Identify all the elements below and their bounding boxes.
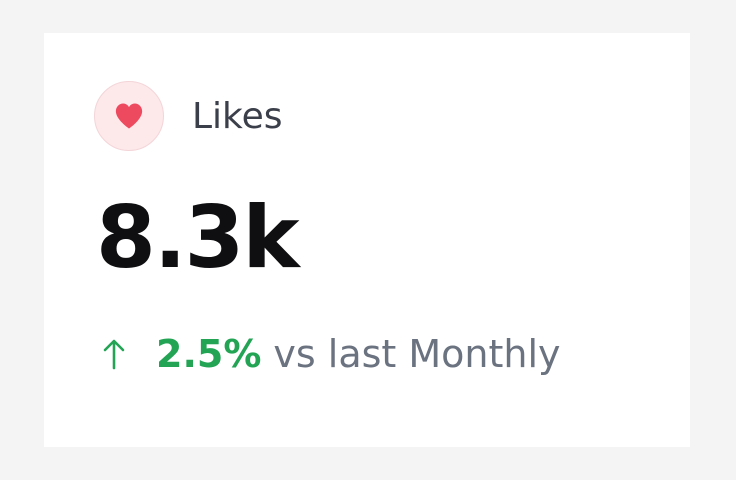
heart-icon (115, 103, 143, 129)
change-percent: 2.5% (156, 332, 262, 376)
stat-card: Likes 8.3k 2.5% vs last Monthly (44, 33, 690, 447)
stat-title: Likes (192, 95, 283, 137)
trend-row: 2.5% vs last Monthly (102, 335, 561, 373)
icon-badge (94, 81, 164, 151)
comparison-text: vs last Monthly (273, 332, 561, 376)
stat-card-header: Likes (94, 81, 283, 151)
arrow-up-icon (102, 338, 126, 370)
stat-value: 8.3k (96, 188, 300, 288)
